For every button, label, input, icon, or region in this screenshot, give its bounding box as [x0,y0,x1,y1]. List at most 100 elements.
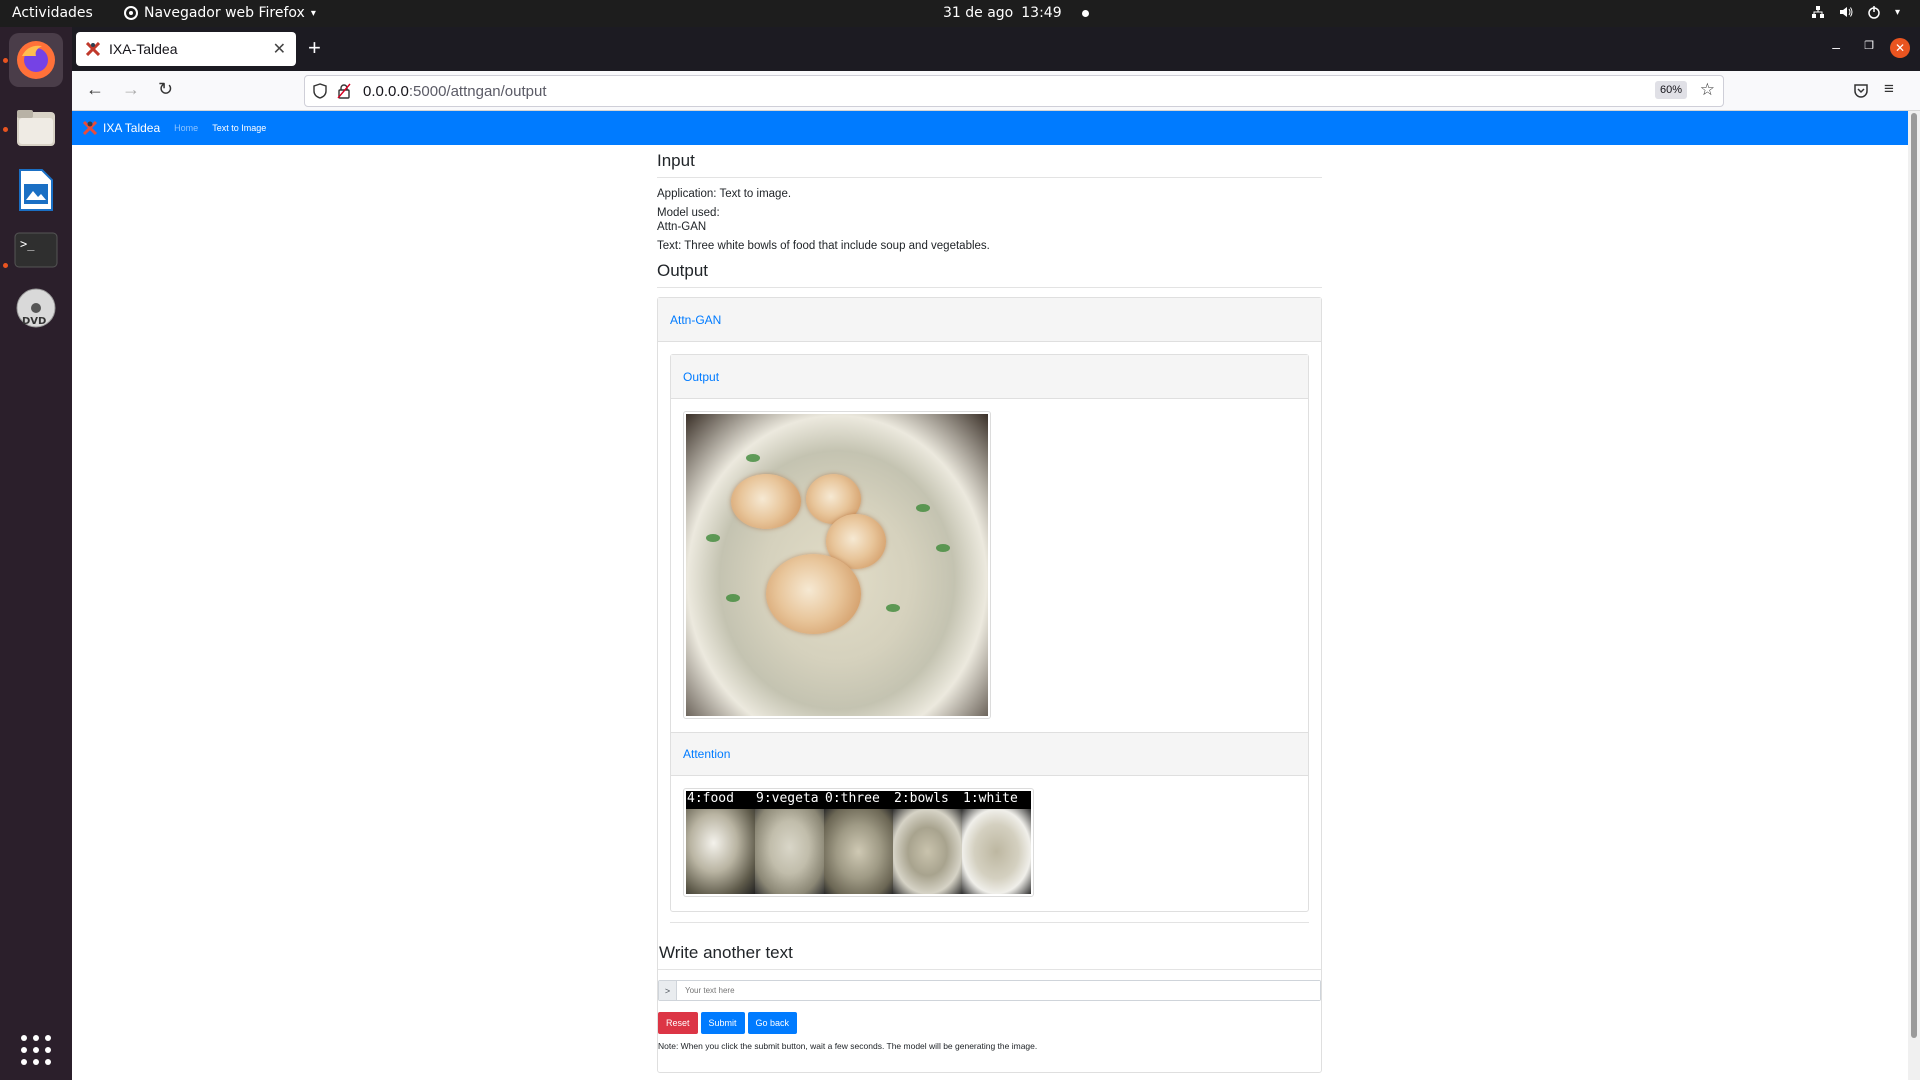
dock-writer[interactable] [9,163,63,217]
running-indicator-icon [3,58,8,63]
text-input-group: > [658,980,1321,1001]
network-icon [1811,6,1824,18]
chevron-down-icon: ▾ [310,7,316,19]
terminal-icon: >_ [14,232,58,268]
go-back-button[interactable]: Go back [747,1012,798,1034]
browser-tab-bar: IXA-Taldea ✕ + – ❐ ✕ [72,27,1920,71]
submit-button[interactable]: Submit [700,1012,745,1034]
model-name: Attn-GAN [657,221,707,233]
attngan-card-title[interactable]: Attn-GAN [670,313,721,327]
clock[interactable]: 31 de ago 13:49 [943,5,1089,21]
new-tab-button[interactable]: + [308,37,321,59]
attention-word: 4:food [687,791,734,806]
clock-date: 31 de ago [943,5,1014,21]
submit-note: Note: When you click the submit button, … [658,1041,1038,1051]
minimize-window-button[interactable]: – [1832,39,1840,55]
attention-image-frame: 4:food 9:vegeta 0:three 2:bowls 1:white [683,788,1034,897]
tab-close-icon[interactable]: ✕ [273,39,286,59]
dock-show-apps[interactable] [9,1023,63,1077]
app-grid-icon [21,1035,51,1065]
hamburger-menu-icon[interactable]: ≡ [1884,79,1894,99]
shield-icon [313,83,327,99]
attngan-card: Attn-GAN Output Attention 4:food 9:veget… [657,297,1322,1073]
input-text: Text: Three white bowls of food that inc… [657,240,990,252]
output-card-header[interactable]: Output [671,355,1308,399]
generated-food-image [686,414,988,716]
running-indicator-icon [3,127,8,132]
forward-button[interactable]: → [122,79,140,100]
attention-card-title[interactable]: Attention [683,747,730,761]
ixa-favicon-icon [86,42,100,56]
close-window-button[interactable]: ✕ [1890,38,1910,58]
dock-firefox[interactable] [9,33,63,87]
scrollbar-thumb[interactable] [1911,113,1917,1038]
attngan-card-header[interactable]: Attn-GAN [658,298,1321,342]
attention-map-image [686,809,755,894]
ixa-logo-icon [82,120,98,136]
reload-button[interactable]: ↻ [158,79,173,100]
chevron-down-icon: ▾ [1894,6,1900,18]
system-tray[interactable]: ▾ [1811,5,1900,19]
insecure-lock-icon [337,83,351,99]
dock-files[interactable] [9,101,63,155]
url-host: 0.0.0.0 [363,82,409,100]
app-menu-label: Navegador web Firefox [144,5,305,21]
generated-image-frame [683,411,991,719]
attention-card-header[interactable]: Attention [671,732,1308,776]
attention-map-image [893,809,962,894]
browser-tab[interactable]: IXA-Taldea ✕ [76,32,296,66]
output-card-title[interactable]: Output [683,370,719,384]
attention-word: 1:white [963,791,1018,806]
divider [670,922,1309,923]
attention-map-image [962,809,1031,894]
files-icon [17,110,55,146]
attention-word: 2:bowls [894,791,949,806]
nav-link-home[interactable]: Home [174,123,198,133]
site-navbar: IXA Taldea Home Text to Image [72,111,1908,145]
back-button[interactable]: ← [86,79,104,100]
attention-strip: 4:food 9:vegeta 0:three 2:bowls 1:white [686,791,1031,894]
model-label: Model used: [657,207,720,219]
activities-button[interactable]: Actividades [12,5,93,21]
application-text: Application: Text to image. [657,188,792,200]
prompt-prefix: > [659,981,677,1000]
form-buttons: Reset Submit Go back [658,1012,1321,1034]
attention-map-image [755,809,824,894]
power-icon [1868,6,1880,19]
firefox-icon [17,41,55,79]
attention-cell: 9:vegeta [755,791,824,894]
bookmark-star-icon[interactable]: ☆ [1700,80,1715,100]
write-another-heading: Write another text [658,937,1321,970]
input-info: Application: Text to image. Model used: … [657,187,1322,253]
input-heading: Input [657,145,1322,178]
dock-dvd[interactable]: DVD [9,281,63,335]
zoom-indicator[interactable]: 60% [1654,81,1687,99]
attention-word: 0:three [825,791,880,806]
main-container: Input Application: Text to image. Model … [657,145,1322,1073]
output-card: Output Attention 4:food 9:vegeta 0:three… [670,354,1309,912]
site-brand[interactable]: IXA Taldea [82,120,160,136]
url-bar[interactable]: 0.0.0.0:5000/attngan/output 60% ☆ [304,75,1724,107]
app-menu[interactable]: Navegador web Firefox ▾ [124,5,316,21]
reset-button[interactable]: Reset [658,1012,698,1034]
attention-cell: 4:food [686,791,755,894]
attention-cell: 0:three [824,791,893,894]
nav-link-text-to-image[interactable]: Text to Image [212,123,266,133]
system-top-bar: Actividades Navegador web Firefox ▾ 31 d… [0,0,1920,27]
writer-icon [19,169,53,211]
url-path: :5000/attngan/output [408,82,547,100]
svg-text:>_: >_ [20,237,35,251]
dock-terminal[interactable]: >_ [9,223,63,277]
volume-icon [1839,7,1853,17]
text-input[interactable] [677,981,1320,1000]
notification-dot-icon [1081,9,1089,17]
tab-title: IXA-Taldea [109,41,178,57]
clock-time: 13:49 [1021,5,1062,21]
dock: >_ DVD [0,27,72,1080]
dvd-icon: DVD [16,288,56,328]
site-brand-label: IXA Taldea [103,121,161,135]
pocket-icon[interactable] [1853,83,1869,99]
restore-window-button[interactable]: ❐ [1864,39,1874,52]
page-scrollbar[interactable] [1908,111,1920,1080]
browser-nav-bar: ← → ↻ 0.0.0.0:5000/attngan/output 60% ☆ … [72,71,1920,111]
